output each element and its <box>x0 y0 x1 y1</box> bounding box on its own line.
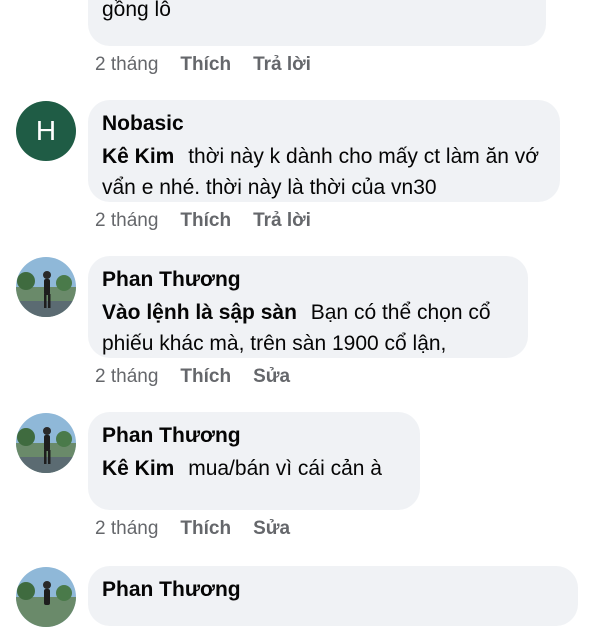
comment-time[interactable]: 2 tháng <box>95 54 158 76</box>
comment-time[interactable]: 2 tháng <box>95 366 158 388</box>
comment-actions: 2 tháng Thích Sửa <box>95 366 290 388</box>
comment-body: mua/bán vì cái cản à <box>188 457 382 480</box>
reply-button[interactable]: Trả lời <box>253 210 311 232</box>
comment-text: Vào lệnh là sập sàn Bạn có thể chọn cổ p… <box>102 297 514 359</box>
comment-bubble: Phan Thương <box>88 566 578 626</box>
comment-author[interactable]: Phan Thương <box>102 423 406 449</box>
avatar[interactable] <box>16 413 76 473</box>
avatar[interactable] <box>16 257 76 317</box>
mention-link[interactable]: Kê Kim <box>102 457 174 480</box>
avatar-letter: H <box>35 115 57 146</box>
comment-bubble: Phan Thương Kê Kim mua/bán vì cái cản à <box>88 412 420 510</box>
comment-bubble: nhanh còn kịp nếu k muốn bị chôn vốn và … <box>88 0 546 46</box>
comment-actions: 2 tháng Thích Trả lời <box>95 210 311 232</box>
like-button[interactable]: Thích <box>180 54 231 76</box>
comment-text: Kê Kim thời này k dành cho mấy ct làm ăn… <box>102 141 546 203</box>
edit-button[interactable]: Sửa <box>253 366 290 388</box>
comment-author[interactable]: Phan Thương <box>102 267 514 293</box>
comment-bubble: Nobasic Kê Kim thời này k dành cho mấy c… <box>88 100 560 202</box>
mention-link[interactable]: Kê Kim <box>102 145 174 168</box>
avatar-photo-icon <box>16 257 76 317</box>
avatar[interactable]: H <box>16 101 76 161</box>
like-button[interactable]: Thích <box>180 210 231 232</box>
comment-actions: 2 tháng Thích Trả lời <box>95 54 311 76</box>
reply-button[interactable]: Trả lời <box>253 54 311 76</box>
comment-time[interactable]: 2 tháng <box>95 518 158 540</box>
edit-button[interactable]: Sửa <box>253 518 290 540</box>
like-button[interactable]: Thích <box>180 518 231 540</box>
comment-time[interactable]: 2 tháng <box>95 210 158 232</box>
comment-text: nhanh còn kịp nếu k muốn bị chôn vốn và … <box>102 0 171 21</box>
mention-link[interactable]: Vào lệnh là sập sàn <box>102 301 297 324</box>
avatar-photo-icon <box>16 567 76 627</box>
comment-actions: 2 tháng Thích Sửa <box>95 518 290 540</box>
comment-author[interactable]: Nobasic <box>102 111 546 137</box>
like-button[interactable]: Thích <box>180 366 231 388</box>
comment-author[interactable]: Phan Thương <box>102 577 564 603</box>
avatar-photo-icon <box>16 413 76 473</box>
comment-text: Kê Kim mua/bán vì cái cản à <box>102 453 406 484</box>
avatar[interactable] <box>16 567 76 627</box>
comment-bubble: Phan Thương Vào lệnh là sập sàn Bạn có t… <box>88 256 528 358</box>
